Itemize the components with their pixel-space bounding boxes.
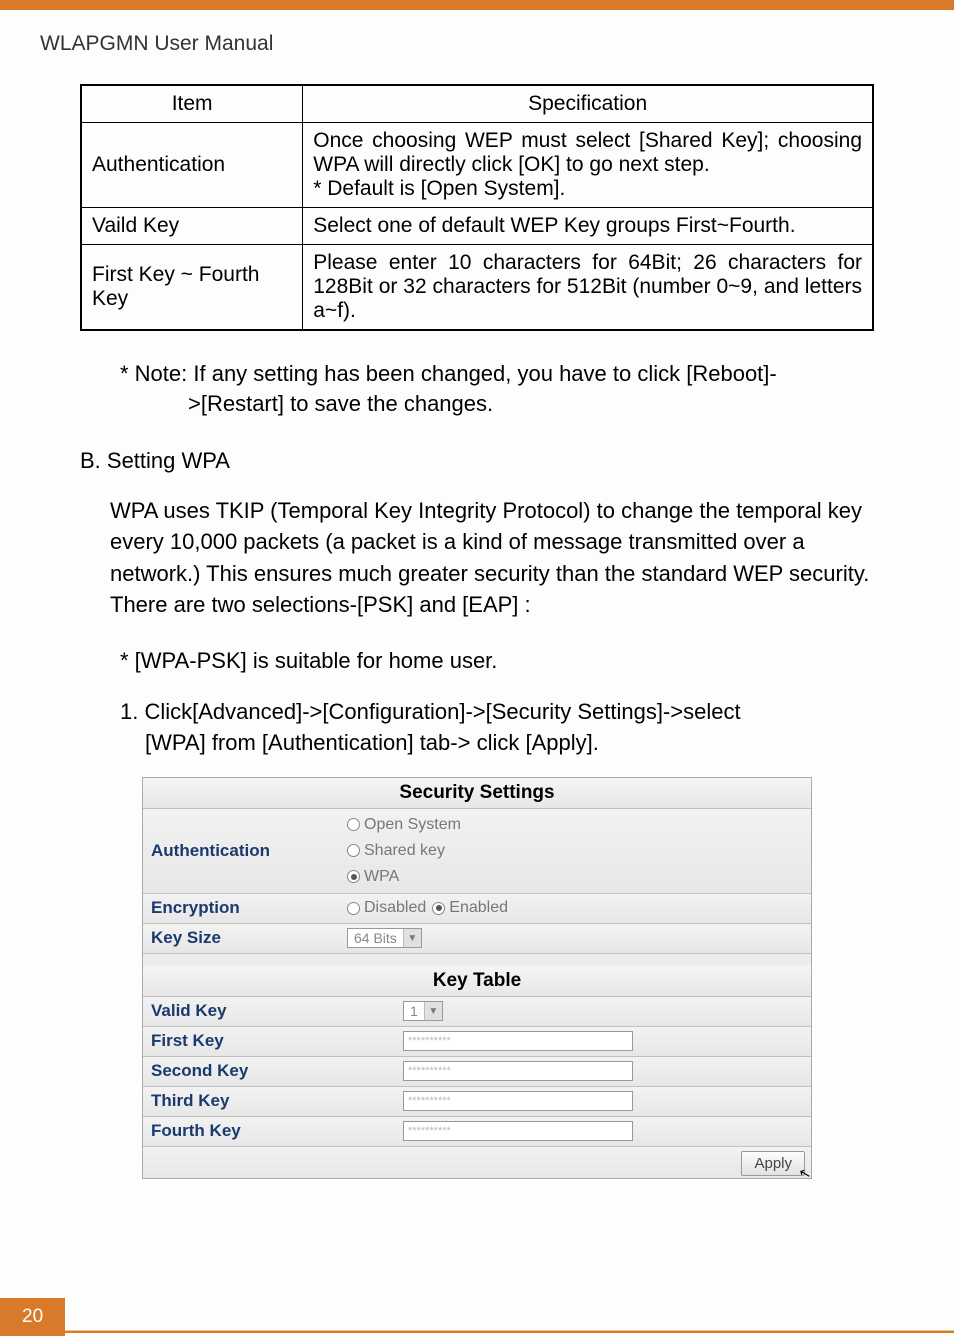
first-key-input[interactable]: **********	[403, 1031, 633, 1051]
encryption-label: Encryption	[143, 894, 343, 922]
table-row: Authentication Once choosing WEP must se…	[81, 123, 873, 208]
validkey-select[interactable]: 1 ▼	[403, 1001, 443, 1021]
apply-button[interactable]: Apply	[741, 1151, 805, 1176]
manual-title: WLAPGMN User Manual	[0, 10, 954, 64]
cell-item: Authentication	[81, 123, 303, 208]
fourth-key-input[interactable]: **********	[403, 1121, 633, 1141]
page-number: 20	[0, 1298, 65, 1336]
chevron-down-icon: ▼	[424, 1002, 442, 1020]
note-line1: * Note: If any setting has been changed,…	[120, 359, 874, 389]
section-b-body: WPA uses TKIP (Temporal Key Integrity Pr…	[110, 495, 874, 620]
section-b-title: B. Setting WPA	[80, 446, 874, 477]
th-item: Item	[81, 85, 303, 123]
step-1-line1: 1. Click[Advanced]->[Configuration]->[Se…	[120, 697, 874, 728]
chevron-down-icon: ▼	[403, 929, 421, 947]
auth-wpa[interactable]: WPA	[347, 868, 399, 886]
auth-shared-key[interactable]: Shared key	[347, 842, 445, 860]
third-key-label: Third Key	[143, 1087, 343, 1115]
panel-spacer	[143, 954, 811, 966]
bullet-psk: * [WPA-PSK] is suitable for home user.	[120, 646, 874, 677]
spec-table: Item Specification Authentication Once c…	[80, 84, 874, 331]
auth-shared-label: Shared key	[364, 842, 445, 860]
step-1-line2: [WPA] from [Authentication] tab-> click …	[145, 728, 874, 759]
validkey-label: Valid Key	[143, 997, 343, 1025]
encryption-enabled-label: Enabled	[449, 899, 508, 917]
radio-icon	[432, 902, 445, 915]
encryption-enabled[interactable]: Enabled	[432, 899, 508, 917]
radio-icon	[347, 818, 360, 831]
auth-label: Authentication	[143, 837, 343, 865]
keysize-label: Key Size	[143, 924, 343, 952]
fourth-key-label: Fourth Key	[143, 1117, 343, 1145]
key-table-title: Key Table	[143, 966, 811, 997]
auth-open-system[interactable]: Open System	[347, 816, 461, 834]
validkey-value: 1	[404, 1003, 424, 1019]
page-footer: 20	[0, 1298, 954, 1336]
encryption-disabled-label: Disabled	[364, 899, 426, 917]
note-line2: >[Restart] to save the changes.	[188, 389, 874, 419]
keysize-select[interactable]: 64 Bits ▼	[347, 928, 422, 948]
footer-accent-line	[65, 1330, 954, 1333]
cell-spec: Please enter 10 characters for 64Bit; 26…	[303, 245, 873, 331]
second-key-label: Second Key	[143, 1057, 343, 1085]
cell-item: Vaild Key	[81, 208, 303, 245]
encryption-disabled[interactable]: Disabled	[347, 899, 426, 917]
radio-icon	[347, 870, 360, 883]
table-row: First Key ~ Fourth Key Please enter 10 c…	[81, 245, 873, 331]
th-spec: Specification	[303, 85, 873, 123]
cell-spec: Select one of default WEP Key groups Fir…	[303, 208, 873, 245]
encryption-options: Disabled Enabled	[343, 894, 811, 922]
auth-options: Open System Shared key WPA	[343, 809, 811, 893]
auth-wpa-label: WPA	[364, 868, 399, 886]
third-key-input[interactable]: **********	[403, 1091, 633, 1111]
first-key-label: First Key	[143, 1027, 343, 1055]
table-row: Vaild Key Select one of default WEP Key …	[81, 208, 873, 245]
radio-icon	[347, 844, 360, 857]
keysize-value: 64 Bits	[348, 930, 403, 946]
security-settings-title: Security Settings	[143, 778, 811, 809]
security-settings-panel: Security Settings Authentication Open Sy…	[142, 777, 812, 1179]
cursor-icon: ↖	[797, 1163, 813, 1182]
auth-open-label: Open System	[364, 816, 461, 834]
cell-spec: Once choosing WEP must select [Shared Ke…	[303, 123, 873, 208]
note-block: * Note: If any setting has been changed,…	[120, 359, 874, 418]
step-1: 1. Click[Advanced]->[Configuration]->[Se…	[120, 697, 874, 759]
cell-item: First Key ~ Fourth Key	[81, 245, 303, 331]
top-accent-bar	[0, 0, 954, 10]
second-key-input[interactable]: **********	[403, 1061, 633, 1081]
radio-icon	[347, 902, 360, 915]
